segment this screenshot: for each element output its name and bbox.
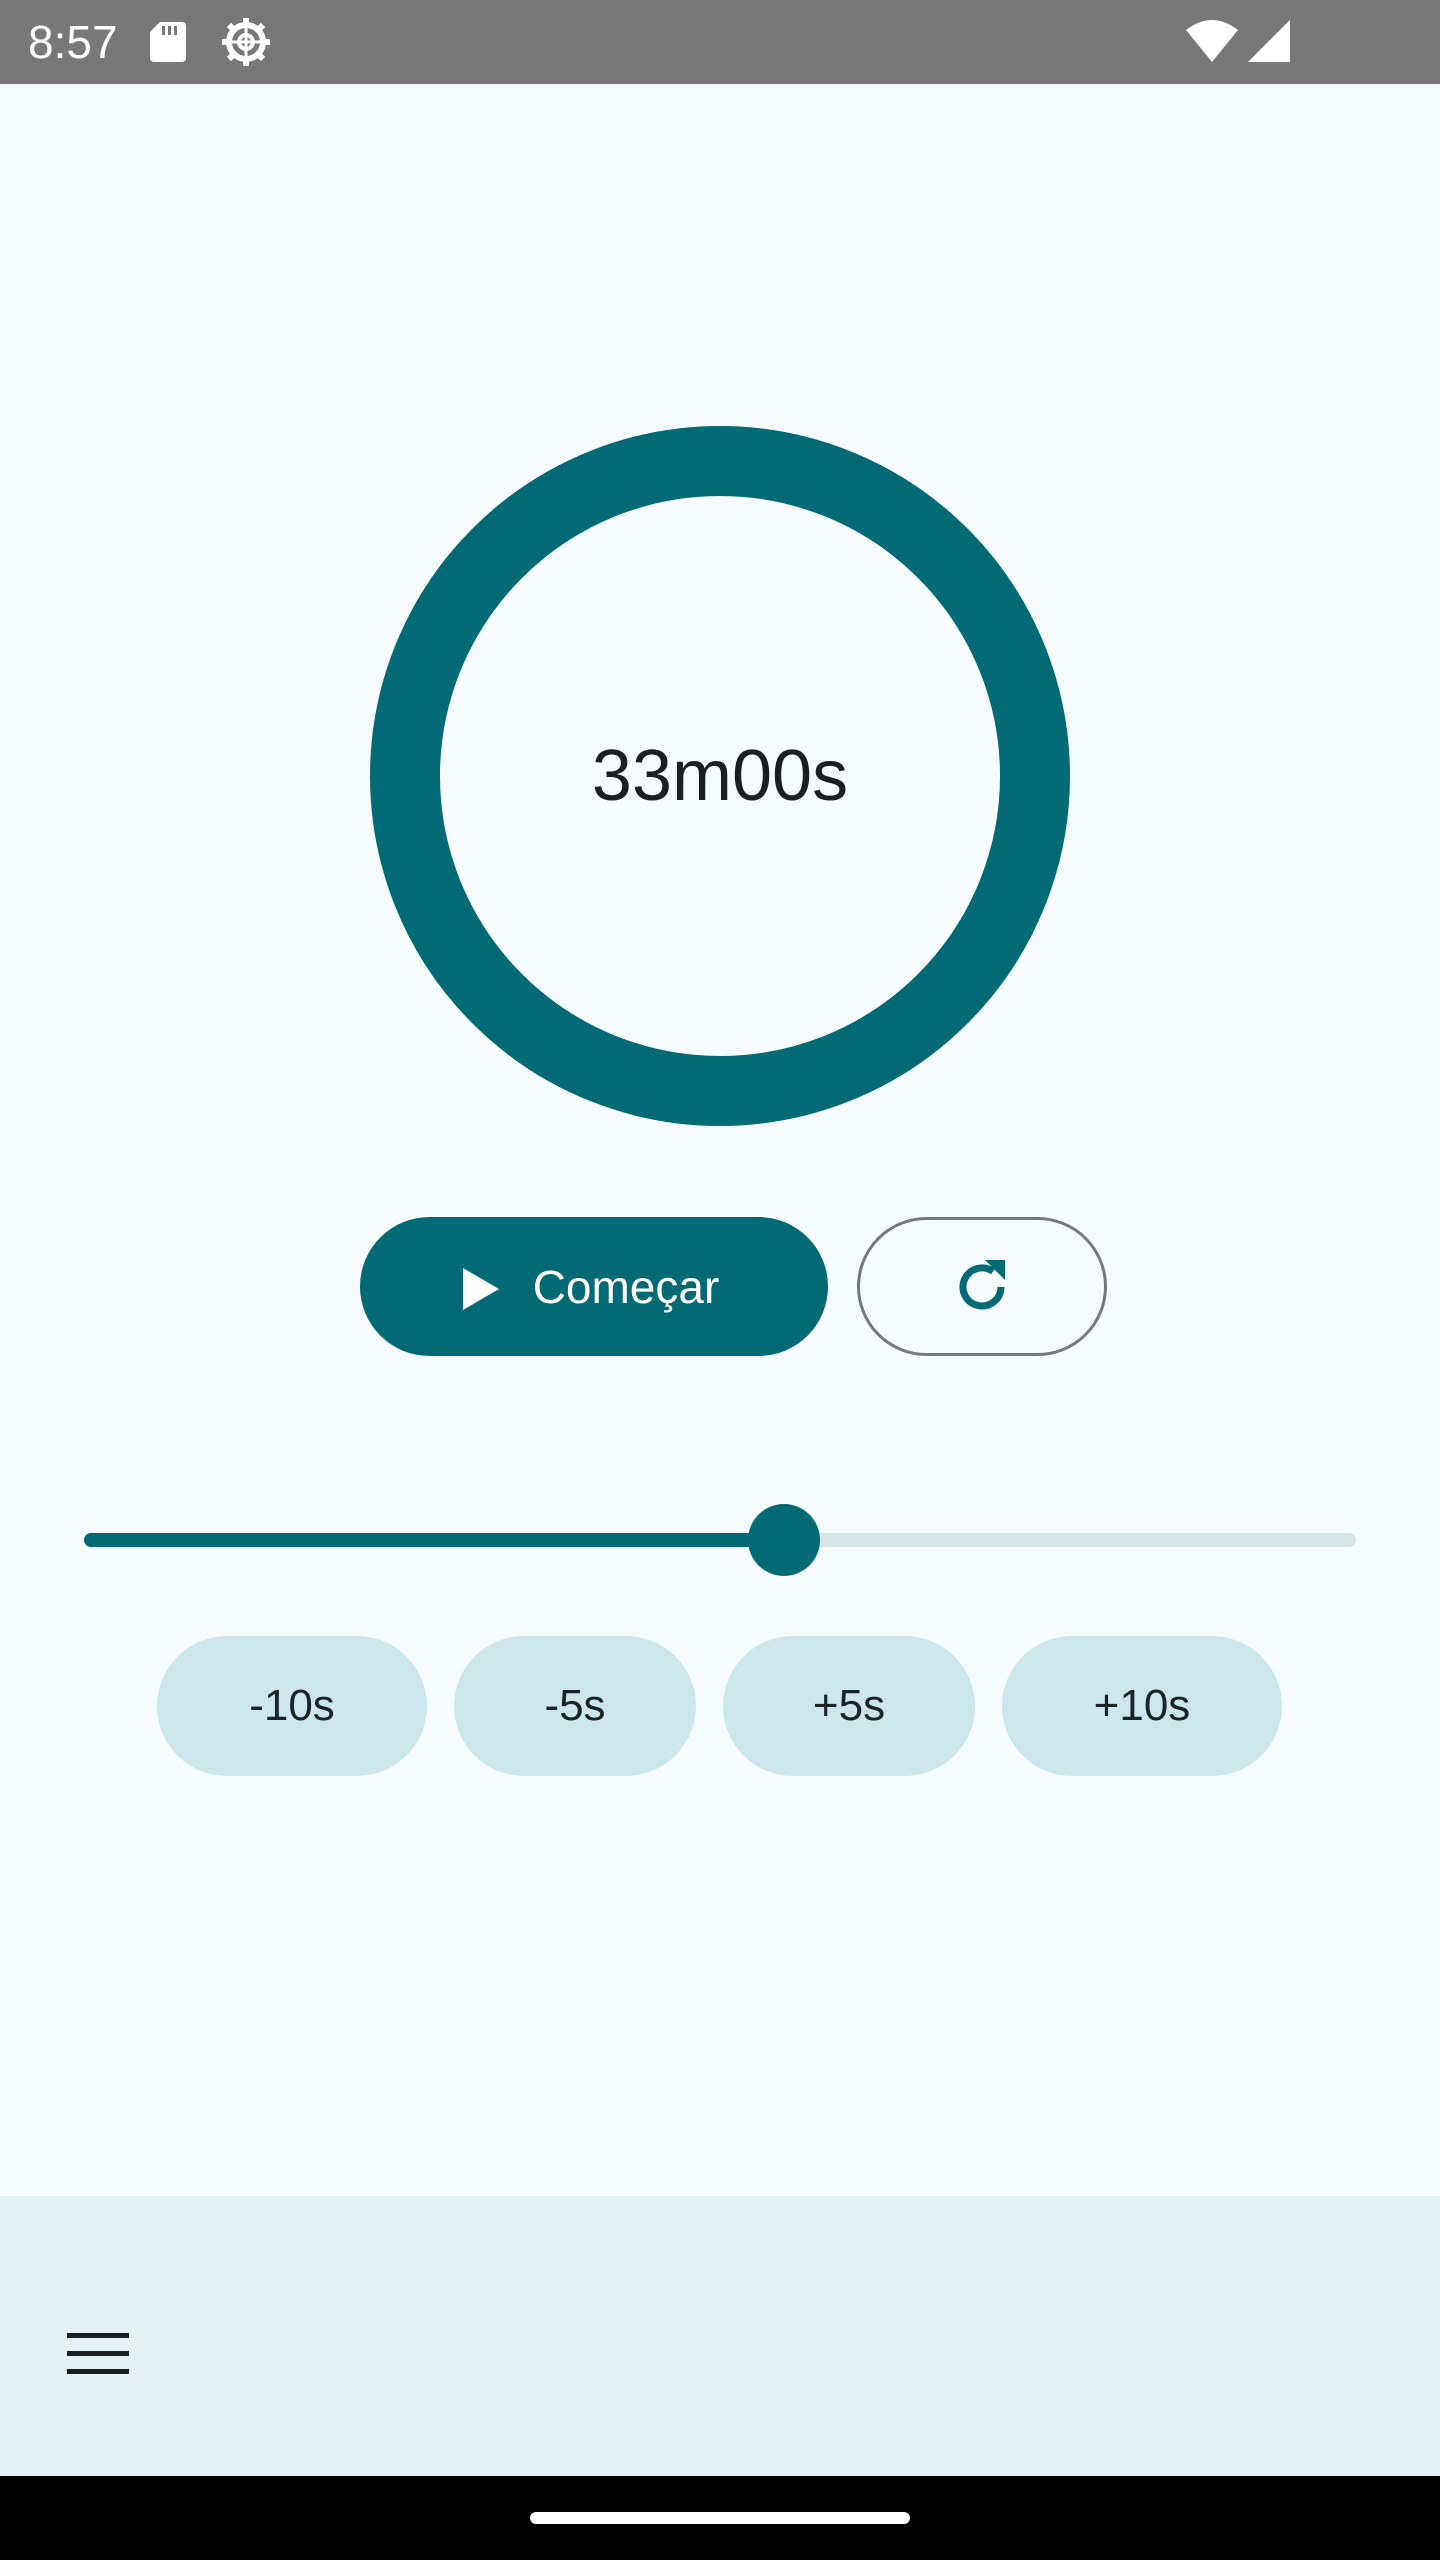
- slider-thumb[interactable]: [748, 1504, 820, 1576]
- hamburger-menu-icon: [67, 2333, 129, 2374]
- bottom-app-bar: [0, 2196, 1440, 2476]
- duration-slider[interactable]: [84, 1500, 1356, 1580]
- sd-card-icon: [150, 22, 186, 62]
- reset-button[interactable]: [857, 1217, 1107, 1356]
- system-navigation-bar: [0, 2476, 1440, 2560]
- slider-active-track: [84, 1533, 784, 1547]
- home-indicator[interactable]: [530, 2512, 910, 2524]
- timer-display: 33m00s: [591, 736, 849, 816]
- minus-5s-button[interactable]: -5s: [454, 1636, 696, 1776]
- status-time: 8:57: [28, 16, 118, 68]
- status-bar: 8:57: [0, 0, 1440, 84]
- refresh-icon: [959, 1259, 1005, 1309]
- settings-gear-icon: [222, 18, 270, 66]
- plus-5s-button[interactable]: +5s: [723, 1636, 975, 1776]
- cell-signal-icon: [1248, 20, 1290, 62]
- plus-10s-button[interactable]: +10s: [1002, 1636, 1282, 1776]
- play-icon: [462, 1267, 499, 1310]
- start-button-label: Começar: [532, 1260, 720, 1313]
- menu-button[interactable]: [50, 2306, 146, 2402]
- start-button[interactable]: Começar: [360, 1217, 828, 1356]
- wifi-icon: [1186, 20, 1238, 62]
- minus-10s-button[interactable]: -10s: [157, 1636, 427, 1776]
